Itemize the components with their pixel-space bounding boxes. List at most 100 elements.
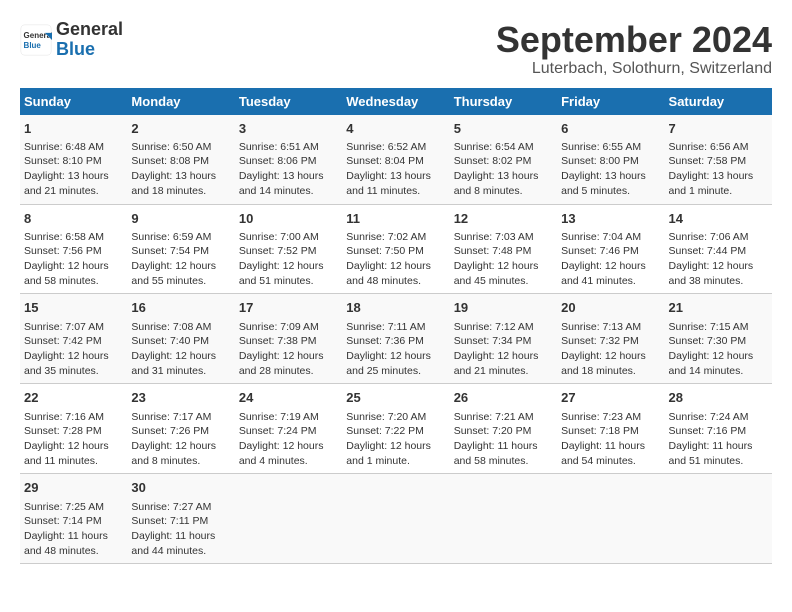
day-info-line: Daylight: 13 hours [669,169,768,184]
calendar-cell: 11Sunrise: 7:02 AMSunset: 7:50 PMDayligh… [342,204,449,294]
day-info-line: Sunset: 7:34 PM [454,334,553,349]
day-info-line: and 51 minutes. [239,274,338,289]
day-header-tuesday: Tuesday [235,88,342,115]
day-info-line: and 1 minute. [669,184,768,199]
calendar-cell: 29Sunrise: 7:25 AMSunset: 7:14 PMDayligh… [20,474,127,564]
calendar-cell: 20Sunrise: 7:13 AMSunset: 7:32 PMDayligh… [557,294,664,384]
day-info-line: Sunrise: 6:56 AM [669,140,768,155]
day-info-line: Sunrise: 7:23 AM [561,410,660,425]
day-header-monday: Monday [127,88,234,115]
calendar-cell [450,474,557,564]
day-info-line: Sunset: 8:02 PM [454,154,553,169]
day-info-line: Sunrise: 7:09 AM [239,320,338,335]
day-info-line: Sunset: 7:20 PM [454,424,553,439]
day-number: 23 [131,389,230,407]
calendar-week-row: 8Sunrise: 6:58 AMSunset: 7:56 PMDaylight… [20,204,772,294]
day-info-line: Sunrise: 7:25 AM [24,500,123,515]
logo-icon: General Blue [20,24,52,56]
day-info-line: Daylight: 11 hours [24,529,123,544]
day-info-line: Sunset: 7:24 PM [239,424,338,439]
day-info-line: Daylight: 13 hours [131,169,230,184]
page-header: General Blue General Blue September 2024… [20,20,772,78]
day-info-line: and 45 minutes. [454,274,553,289]
day-info-line: Sunrise: 7:08 AM [131,320,230,335]
day-info-line: Daylight: 13 hours [346,169,445,184]
day-info-line: Sunset: 7:18 PM [561,424,660,439]
day-info-line: Daylight: 12 hours [561,259,660,274]
day-info-line: and 58 minutes. [24,274,123,289]
day-info-line: Daylight: 12 hours [346,439,445,454]
calendar-cell: 5Sunrise: 6:54 AMSunset: 8:02 PMDaylight… [450,115,557,204]
day-number: 14 [669,210,768,228]
day-header-wednesday: Wednesday [342,88,449,115]
calendar-cell: 8Sunrise: 6:58 AMSunset: 7:56 PMDaylight… [20,204,127,294]
calendar-cell: 28Sunrise: 7:24 AMSunset: 7:16 PMDayligh… [665,384,772,474]
day-number: 1 [24,120,123,138]
day-info-line: Daylight: 11 hours [669,439,768,454]
day-info-line: and 11 minutes. [346,184,445,199]
day-info-line: Daylight: 12 hours [131,439,230,454]
day-info-line: Daylight: 12 hours [24,349,123,364]
day-info-line: Sunset: 7:50 PM [346,244,445,259]
day-info-line: Sunset: 7:40 PM [131,334,230,349]
day-info-line: Daylight: 12 hours [454,349,553,364]
day-info-line: Sunset: 8:04 PM [346,154,445,169]
day-number: 9 [131,210,230,228]
calendar-cell [235,474,342,564]
svg-text:Blue: Blue [24,41,42,50]
day-number: 8 [24,210,123,228]
day-number: 17 [239,299,338,317]
day-info-line: Sunset: 7:42 PM [24,334,123,349]
day-info-line: and 54 minutes. [561,454,660,469]
day-number: 29 [24,479,123,497]
day-number: 12 [454,210,553,228]
day-info-line: and 51 minutes. [669,454,768,469]
calendar-cell: 16Sunrise: 7:08 AMSunset: 7:40 PMDayligh… [127,294,234,384]
calendar-cell [342,474,449,564]
day-info-line: Sunset: 8:08 PM [131,154,230,169]
day-number: 25 [346,389,445,407]
day-number: 7 [669,120,768,138]
day-info-line: Sunset: 8:00 PM [561,154,660,169]
day-info-line: Daylight: 12 hours [24,439,123,454]
day-info-line: Sunrise: 6:48 AM [24,140,123,155]
day-info-line: Sunset: 8:10 PM [24,154,123,169]
day-number: 28 [669,389,768,407]
day-number: 5 [454,120,553,138]
calendar-cell: 27Sunrise: 7:23 AMSunset: 7:18 PMDayligh… [557,384,664,474]
calendar-cell: 9Sunrise: 6:59 AMSunset: 7:54 PMDaylight… [127,204,234,294]
day-number: 11 [346,210,445,228]
day-info-line: Daylight: 12 hours [669,259,768,274]
day-info-line: Daylight: 12 hours [239,259,338,274]
day-info-line: and 11 minutes. [24,454,123,469]
day-number: 2 [131,120,230,138]
day-info-line: and 44 minutes. [131,544,230,559]
day-info-line: Sunrise: 6:59 AM [131,230,230,245]
day-info-line: Sunset: 7:22 PM [346,424,445,439]
day-info-line: and 8 minutes. [454,184,553,199]
day-info-line: and 21 minutes. [24,184,123,199]
calendar-cell: 7Sunrise: 6:56 AMSunset: 7:58 PMDaylight… [665,115,772,204]
calendar-cell: 15Sunrise: 7:07 AMSunset: 7:42 PMDayligh… [20,294,127,384]
calendar-week-row: 29Sunrise: 7:25 AMSunset: 7:14 PMDayligh… [20,474,772,564]
calendar-cell: 30Sunrise: 7:27 AMSunset: 7:11 PMDayligh… [127,474,234,564]
day-number: 3 [239,120,338,138]
day-info-line: Sunrise: 7:11 AM [346,320,445,335]
day-info-line: and 21 minutes. [454,364,553,379]
day-info-line: and 18 minutes. [131,184,230,199]
day-number: 19 [454,299,553,317]
calendar-cell: 13Sunrise: 7:04 AMSunset: 7:46 PMDayligh… [557,204,664,294]
calendar-cell: 19Sunrise: 7:12 AMSunset: 7:34 PMDayligh… [450,294,557,384]
calendar-cell: 2Sunrise: 6:50 AMSunset: 8:08 PMDaylight… [127,115,234,204]
day-info-line: Sunrise: 7:13 AM [561,320,660,335]
title-block: September 2024 Luterbach, Solothurn, Swi… [496,20,772,78]
calendar-cell: 25Sunrise: 7:20 AMSunset: 7:22 PMDayligh… [342,384,449,474]
day-number: 27 [561,389,660,407]
day-number: 18 [346,299,445,317]
day-info-line: Sunset: 7:26 PM [131,424,230,439]
logo-blue-text: Blue [56,39,95,59]
day-info-line: Daylight: 12 hours [131,349,230,364]
day-info-line: Daylight: 12 hours [239,439,338,454]
day-header-friday: Friday [557,88,664,115]
day-info-line: Sunset: 7:54 PM [131,244,230,259]
